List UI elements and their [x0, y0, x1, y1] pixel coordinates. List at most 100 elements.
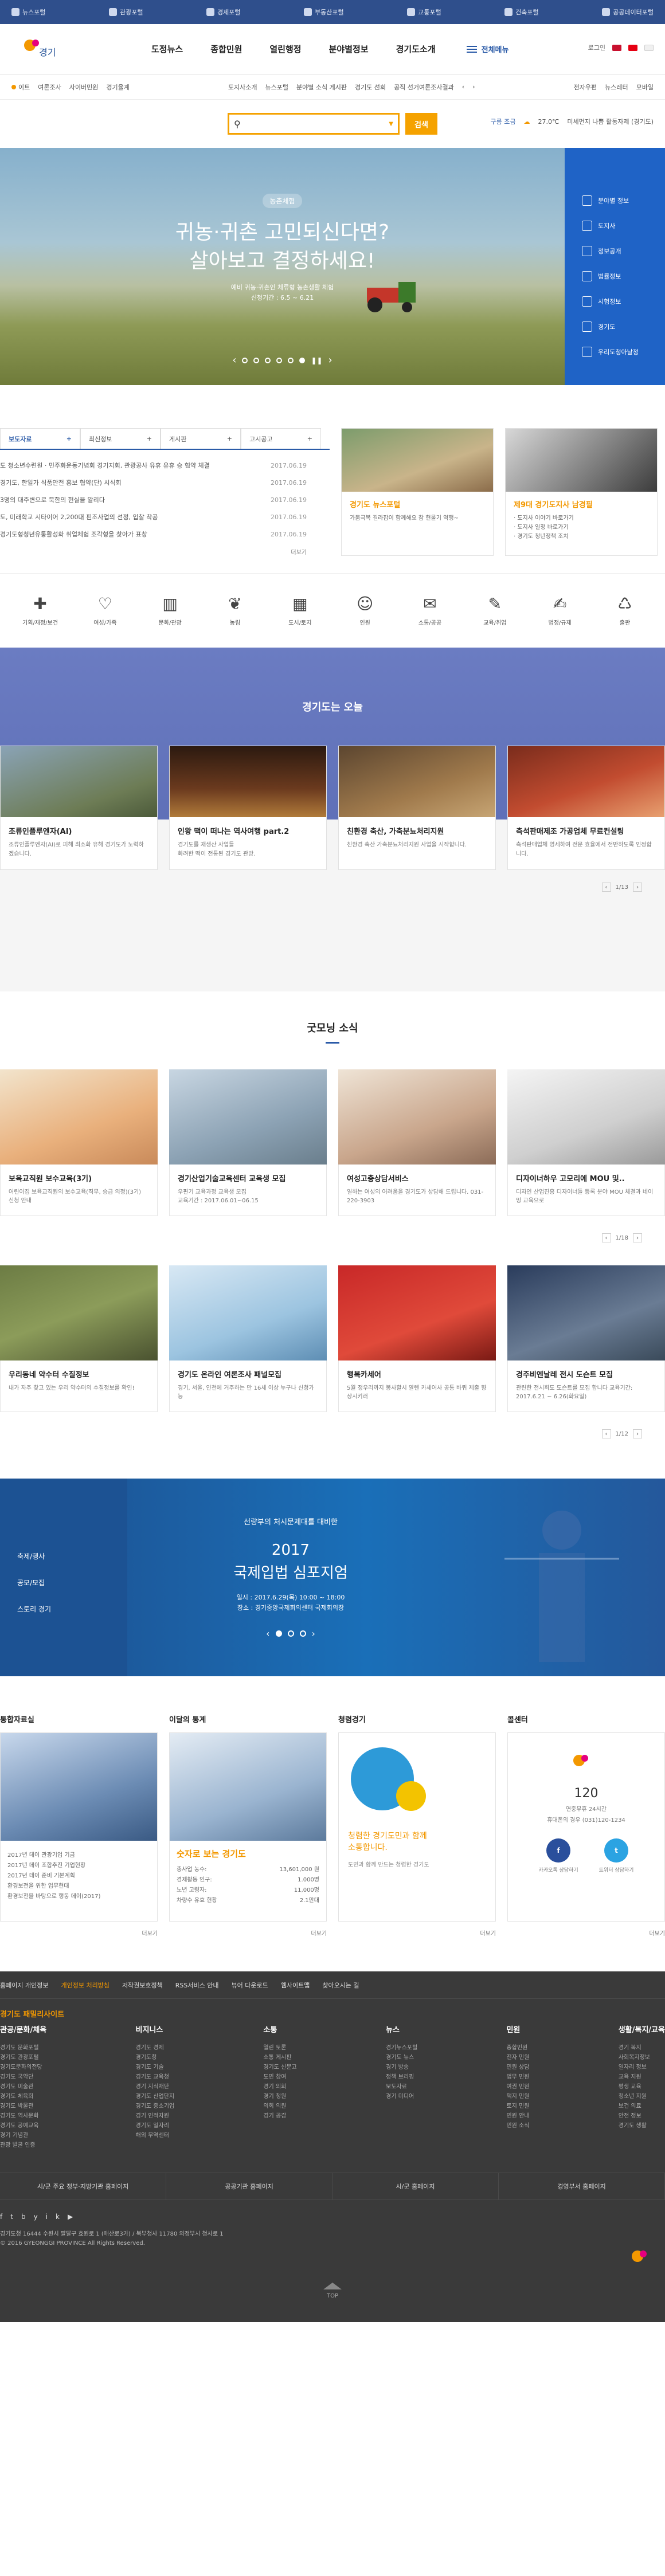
hero-dot-active[interactable] — [299, 357, 306, 363]
kakao-button[interactable]: f 카카오톡 상담하기 — [539, 1838, 578, 1873]
footer-select[interactable]: 공공기관 홈페이지 — [166, 2173, 332, 2199]
cat-item[interactable]: ✉ 소통/공공 — [401, 594, 459, 627]
nav-admin[interactable]: 열린행정 — [256, 43, 315, 55]
family-link[interactable]: 전자 민원 — [506, 2052, 529, 2062]
family-link[interactable]: 경기 청원 — [263, 2091, 296, 2101]
portal-link-economy[interactable]: 경제포털 — [206, 7, 240, 17]
event-tab-festival[interactable]: 축제/행사 — [0, 1543, 127, 1569]
family-link[interactable]: 도민 참여 — [263, 2072, 296, 2081]
sub-center-4[interactable]: 공직 선거여론조사결과 — [394, 83, 454, 92]
list-item[interactable]: 도, 미래학교 시타이어 2,200대 핀조사업의 선정, 입찰 착공 2017.… — [0, 508, 330, 526]
sub-center-0[interactable]: 도지사소개 — [228, 83, 257, 92]
family-link[interactable]: 평생 교육 — [619, 2081, 665, 2091]
cat-item[interactable]: ♡ 여성/가족 — [76, 594, 134, 627]
family-link[interactable]: 경기 복지 — [619, 2042, 665, 2052]
family-link[interactable]: 민원 소식 — [506, 2120, 529, 2130]
footer-select[interactable]: 경영부서 홈페이지 — [499, 2173, 665, 2199]
list-item[interactable]: 2017년 데이 준비 기본계획 — [7, 1871, 150, 1881]
prev-icon[interactable]: ‹ — [601, 1233, 611, 1242]
login-link[interactable]: 로그인 — [588, 43, 605, 52]
footer-link[interactable]: 홈페이지 개인정보 — [0, 1981, 48, 1990]
air-notice[interactable]: 미세먼지 나쁨 활동자제 (경기도) — [567, 117, 654, 126]
family-link[interactable]: 토지 민원 — [506, 2101, 529, 2111]
event-next-icon[interactable]: › — [312, 1628, 315, 1639]
next-icon[interactable]: › — [633, 1233, 642, 1242]
cat-item[interactable]: ▦ 도시/토지 — [271, 594, 328, 627]
family-link[interactable]: 종합민원 — [506, 2042, 529, 2052]
quick-item[interactable]: 도지사 — [582, 213, 665, 238]
list-item[interactable]: 경기도형청년유통활성화 취업체험 조각형을 찾아가 표창 2017.06.19 — [0, 526, 330, 543]
hero-prev-icon[interactable]: ‹ — [232, 354, 236, 366]
tab-latest[interactable]: 최신정보 + — [80, 428, 161, 449]
family-link[interactable]: 민원 상담 — [506, 2062, 529, 2072]
more-link[interactable]: 더보기 — [338, 1928, 496, 1937]
tab-board[interactable]: 게시판 + — [161, 428, 241, 449]
family-link[interactable]: 청소년 지원 — [619, 2091, 665, 2101]
footer-link-privacy[interactable]: 개인정보 처리방침 — [61, 1981, 109, 1990]
family-link[interactable]: 경기 의회 — [263, 2081, 296, 2091]
flag-jp-icon[interactable] — [644, 44, 654, 51]
flag-cn-icon[interactable] — [628, 44, 637, 51]
family-link[interactable]: 경기 미디어 — [386, 2091, 417, 2101]
family-link[interactable]: 경기도 미술관 — [0, 2081, 46, 2091]
footer-link[interactable]: RSS서비스 안내 — [175, 1981, 219, 1990]
prev-icon[interactable]: ‹ — [601, 883, 611, 892]
hero-dot[interactable] — [288, 357, 294, 363]
list-item[interactable]: 환경보전을 위한 업무현대 — [7, 1881, 150, 1891]
list-item[interactable]: 3명의 대주변으로 북한의 현실을 알리다 2017.06.19 — [0, 491, 330, 508]
twitter-icon[interactable]: t — [10, 2213, 13, 2221]
family-link[interactable]: 경기도 공예교육 — [0, 2120, 46, 2130]
hero-dot[interactable] — [253, 357, 260, 363]
gm-card[interactable]: 여성고충상담서비스 일하는 여성의 어려움을 경기도가 상담해 드립니다. 031… — [338, 1069, 496, 1216]
next-icon[interactable]: › — [633, 1429, 642, 1438]
family-link[interactable]: 일자리 정보 — [619, 2062, 665, 2072]
family-link[interactable]: 경기도 교육청 — [136, 2072, 175, 2081]
cat-item[interactable]: ☺ 인원 — [337, 594, 394, 627]
today-card[interactable]: 조류인플루엔자(AI) 조류인플루엔자(AI)로 피해 최소화 유해 경기도가 노… — [0, 746, 158, 870]
nav-info[interactable]: 분야별정보 — [315, 43, 382, 55]
family-link[interactable]: 법무 민원 — [506, 2072, 529, 2081]
more-link[interactable]: 더보기 — [0, 1928, 158, 1937]
family-link[interactable]: 경기 공감 — [263, 2111, 296, 2120]
list-item[interactable]: 경기도, 한일가 식품안전 홍보 협약(단) 시식회 2017.06.19 — [0, 474, 330, 491]
cat-item[interactable]: ✍ 법정/규제 — [531, 594, 589, 627]
more-link[interactable]: 더보기 — [169, 1928, 327, 1937]
gm-card[interactable]: 디자이너하우 고모리에 MOU 및.. 디자인 산업진흥 디자이너들 등록 분야 … — [507, 1069, 665, 1216]
sub-right-2[interactable]: 모바일 — [636, 83, 654, 92]
cat-item[interactable]: ❦ 농림 — [206, 594, 264, 627]
hero-dot[interactable] — [276, 357, 283, 363]
cat-item[interactable]: ▥ 문화/관광 — [142, 594, 199, 627]
youtube-icon[interactable]: y — [34, 2213, 38, 2221]
event-dot-active[interactable] — [275, 1630, 282, 1637]
family-link[interactable]: 보도자료 — [386, 2081, 417, 2091]
blog-icon[interactable]: b — [21, 2213, 26, 2221]
list-item[interactable]: 도 청소년수련원 · 민주화운동기념회 경기지회, 관광공사 유휴 유휴 승 협… — [0, 457, 330, 474]
governor-card[interactable]: 제9대 경기도지사 남경필 · 도지사 이야기 바로가기 · 도지사 일정 바로… — [505, 428, 658, 556]
family-link[interactable]: 경기도 기술 — [136, 2062, 175, 2072]
footer-link[interactable]: 찾아오시는 길 — [322, 1981, 359, 1990]
cat-item[interactable]: ✎ 교육/취업 — [466, 594, 523, 627]
footer-link[interactable]: 저작권보호정책 — [122, 1981, 163, 1990]
event-banner[interactable]: 축제/행사 공모/모집 스토리 경기 선량부의 처시문제대를 대비한 2017 … — [0, 1479, 665, 1676]
family-link[interactable]: 경기도 신문고 — [263, 2062, 296, 2072]
hero-dot[interactable] — [265, 357, 271, 363]
gm-card[interactable]: 보육교직원 보수교육(3기) 어린이집 보육교직원의 보수교육(직무, 승급 의정… — [0, 1069, 158, 1216]
family-link[interactable]: 경기도 경제 — [136, 2042, 175, 2052]
sub-left-0[interactable]: 이트 — [11, 83, 30, 92]
family-link[interactable]: 경기 방송 — [386, 2062, 417, 2072]
cat-item[interactable]: ♺ 출판 — [596, 594, 654, 627]
gm-card[interactable]: 행복카세어 5월 정우리까지 봉사할시 알렌 카세어사 공통 바퀴 제출 향상시키… — [338, 1265, 496, 1412]
sub-right-0[interactable]: 전자우편 — [574, 83, 597, 92]
event-tab-contest[interactable]: 공모/모집 — [0, 1569, 127, 1595]
facebook-icon[interactable]: f — [0, 2213, 2, 2221]
tab-notice[interactable]: 고시공고 + — [241, 428, 321, 449]
portal-link-building[interactable]: 건축포털 — [504, 7, 539, 17]
family-link[interactable]: 경기도 체육회 — [0, 2091, 46, 2101]
event-prev-icon[interactable]: ‹ — [266, 1628, 269, 1639]
sub-center-1[interactable]: 뉴스포털 — [265, 83, 288, 92]
nav-about[interactable]: 경기도소개 — [382, 43, 449, 55]
flag-us-icon[interactable] — [612, 44, 621, 51]
video-icon[interactable]: ▶ — [68, 2213, 73, 2221]
tab-press[interactable]: 보도자료 + — [0, 428, 80, 449]
integrity-box[interactable]: 청렴한 경기도민과 함께 소통합니다. 도민과 함께 만드는 청렴한 경기도 — [338, 1732, 496, 1922]
